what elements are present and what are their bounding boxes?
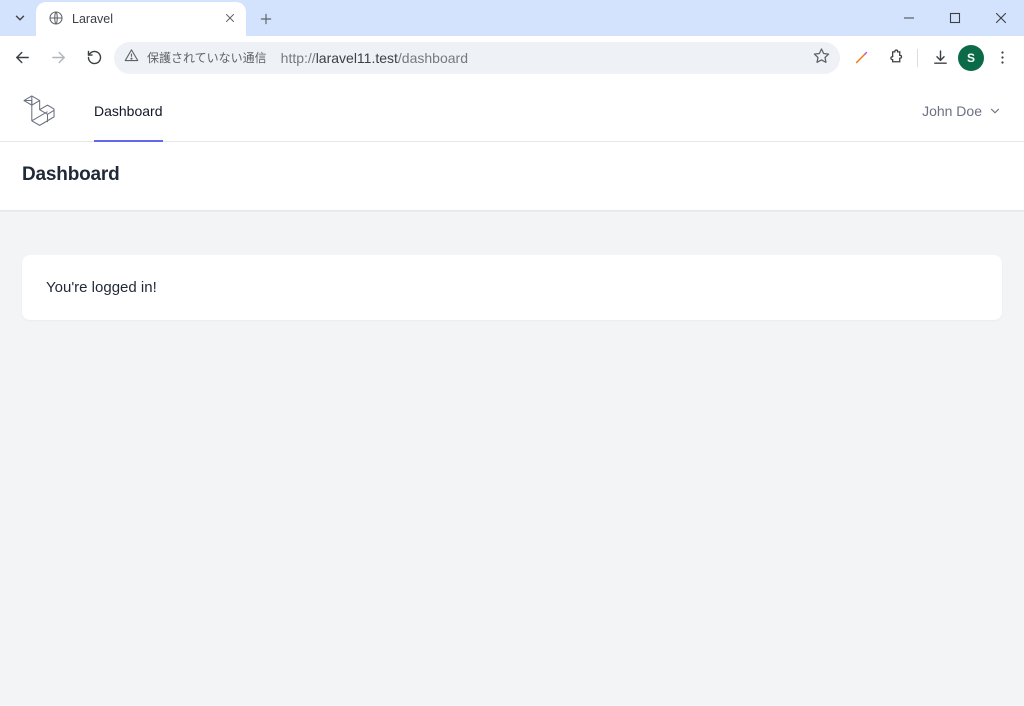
browser-tab-strip: Laravel — [0, 0, 1024, 36]
reload-icon — [86, 49, 103, 66]
tab-title: Laravel — [72, 12, 216, 26]
welcome-message: You're logged in! — [46, 279, 157, 296]
url-text: http://laravel11.test/dashboard — [275, 50, 805, 66]
page-header: Dashboard — [0, 142, 1024, 211]
wand-icon — [853, 49, 870, 66]
not-secure-icon — [124, 48, 139, 68]
close-icon — [995, 12, 1007, 24]
welcome-card: You're logged in! — [22, 255, 1002, 320]
arrow-left-icon — [14, 49, 31, 66]
back-button[interactable] — [6, 42, 38, 74]
separator — [917, 49, 918, 67]
toolbar-actions: S — [845, 42, 1018, 74]
page-content: You're logged in! — [0, 211, 1024, 364]
nav-link-dashboard[interactable]: Dashboard — [94, 80, 163, 142]
window-controls — [886, 0, 1024, 36]
user-menu-button[interactable]: John Doe — [922, 80, 1002, 141]
profile-avatar[interactable]: S — [958, 45, 984, 71]
plus-icon — [259, 12, 273, 26]
browser-toolbar: 保護されていない通信 http://laravel11.test/dashboa… — [0, 36, 1024, 80]
kebab-icon — [994, 49, 1011, 66]
close-icon — [224, 12, 236, 24]
star-icon — [813, 47, 830, 64]
close-window-button[interactable] — [978, 0, 1024, 36]
download-icon — [932, 49, 949, 66]
page-viewport: Dashboard John Doe Dashboard You're logg… — [0, 80, 1024, 706]
chrome-menu-button[interactable] — [986, 42, 1018, 74]
tabs-search-button[interactable] — [6, 4, 34, 32]
extension-button-1[interactable] — [845, 42, 877, 74]
chevron-down-icon — [13, 11, 27, 25]
warning-triangle-icon — [124, 48, 139, 63]
minimize-icon — [903, 12, 915, 24]
new-tab-button[interactable] — [252, 5, 280, 33]
browser-tab[interactable]: Laravel — [36, 2, 246, 36]
page-title: Dashboard — [22, 164, 1002, 186]
forward-button[interactable] — [42, 42, 74, 74]
globe-icon — [48, 10, 64, 29]
puzzle-icon — [887, 49, 904, 66]
app-navbar: Dashboard John Doe — [0, 80, 1024, 142]
minimize-button[interactable] — [886, 0, 932, 36]
user-name-label: John Doe — [922, 103, 982, 119]
app-logo[interactable] — [22, 80, 94, 141]
chevron-down-icon — [988, 104, 1002, 118]
maximize-button[interactable] — [932, 0, 978, 36]
laravel-logo-icon — [22, 94, 56, 128]
arrow-right-icon — [50, 49, 67, 66]
downloads-button[interactable] — [924, 42, 956, 74]
security-warning-text: 保護されていない通信 — [147, 49, 267, 66]
profile-initial: S — [967, 51, 975, 65]
close-tab-button[interactable] — [224, 12, 236, 27]
reload-button[interactable] — [78, 42, 110, 74]
maximize-icon — [949, 12, 961, 24]
nav-link-label: Dashboard — [94, 103, 163, 119]
extensions-button[interactable] — [879, 42, 911, 74]
address-bar[interactable]: 保護されていない通信 http://laravel11.test/dashboa… — [114, 42, 840, 74]
bookmark-button[interactable] — [813, 47, 830, 69]
